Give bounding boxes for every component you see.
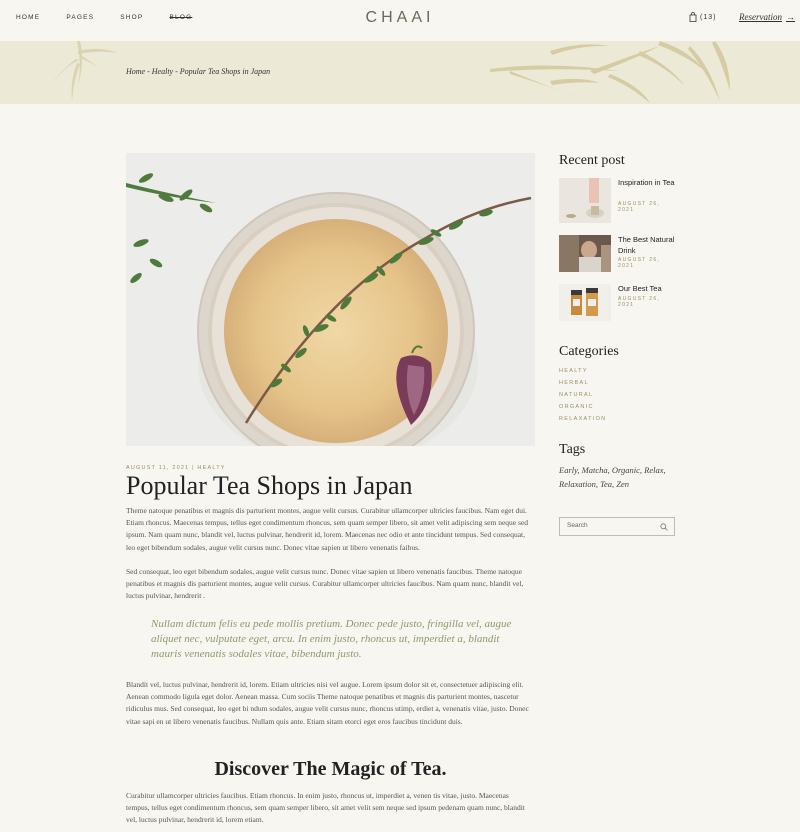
recent-post-title[interactable]: The Best Natural Drink [618, 235, 678, 256]
reservation-link[interactable]: Reservation → [739, 12, 795, 22]
recent-post-item[interactable]: Our Best Tea AUGUST 26, 2021 [559, 284, 679, 329]
search-box [559, 517, 675, 536]
post-blockquote: Nullam dictum felis eu pede mollis preti… [151, 618, 512, 660]
cart-count: (13) [700, 13, 717, 21]
category-link-natural[interactable]: NATURAL [559, 392, 593, 398]
site-logo[interactable]: CHAAI [0, 9, 800, 27]
post-paragraph-3: Blandit vel, luctus pulvinar, hendrerit … [126, 680, 529, 726]
category-link-relaxation[interactable]: RELAXATION [559, 416, 606, 422]
site-header: HOME PAGES SHOP BLOG CHAAI (13) Reservat… [0, 0, 800, 41]
recent-post-thumbnail[interactable] [559, 178, 611, 223]
post-paragraph-2: Sed consequat, leo eget bibendum sodales… [126, 567, 524, 601]
recent-post-date: AUGUST 26, 2021 [618, 296, 661, 308]
category-link-healty[interactable]: HEALTY [559, 368, 588, 374]
search-icon[interactable] [660, 523, 668, 531]
cart-button[interactable]: (13) [689, 12, 716, 22]
arrow-right-icon: → [786, 12, 795, 22]
shopping-bag-icon [689, 12, 697, 22]
recent-posts-heading: Recent post [559, 153, 625, 168]
recent-post-date: AUGUST 26, 2021 [618, 257, 661, 269]
category-link-herbal[interactable]: HERBAL [559, 380, 589, 386]
post-hero-image [126, 153, 535, 446]
recent-post-date: AUGUST 26, 2021 [618, 201, 661, 213]
category-link-organic[interactable]: ORGANIC [559, 404, 594, 410]
search-input[interactable] [567, 522, 657, 529]
recent-post-item[interactable]: Inspiration in Tea AUGUST 26, 2021 [559, 178, 679, 223]
recent-post-item[interactable]: The Best Natural Drink AUGUST 26, 2021 [559, 235, 679, 280]
reservation-label: Reservation [739, 12, 782, 22]
recent-post-thumbnail[interactable] [559, 284, 611, 321]
categories-heading: Categories [559, 344, 619, 359]
tag-list[interactable]: Early, Matcha, Organic, Relax, Relaxatio… [559, 463, 689, 491]
page-banner: Home - Healty - Popular Tea Shops in Jap… [0, 41, 800, 104]
post-subheading: Discover The Magic of Tea. [214, 758, 447, 780]
recent-post-title[interactable]: Our Best Tea [618, 284, 678, 295]
post-paragraph-1: Theme natoque penatibus et magnis dis pa… [126, 506, 528, 552]
recent-post-title[interactable]: Inspiration in Tea [618, 178, 678, 189]
breadcrumb[interactable]: Home - Healty - Popular Tea Shops in Jap… [126, 67, 270, 76]
bamboo-branch-icon [490, 41, 730, 103]
post-paragraph-4: Curabitur ullamcorper ultricies faucibus… [126, 791, 525, 825]
tags-heading: Tags [559, 442, 586, 457]
post-title: Popular Tea Shops in Japan [126, 471, 413, 500]
recent-post-thumbnail[interactable] [559, 235, 611, 272]
